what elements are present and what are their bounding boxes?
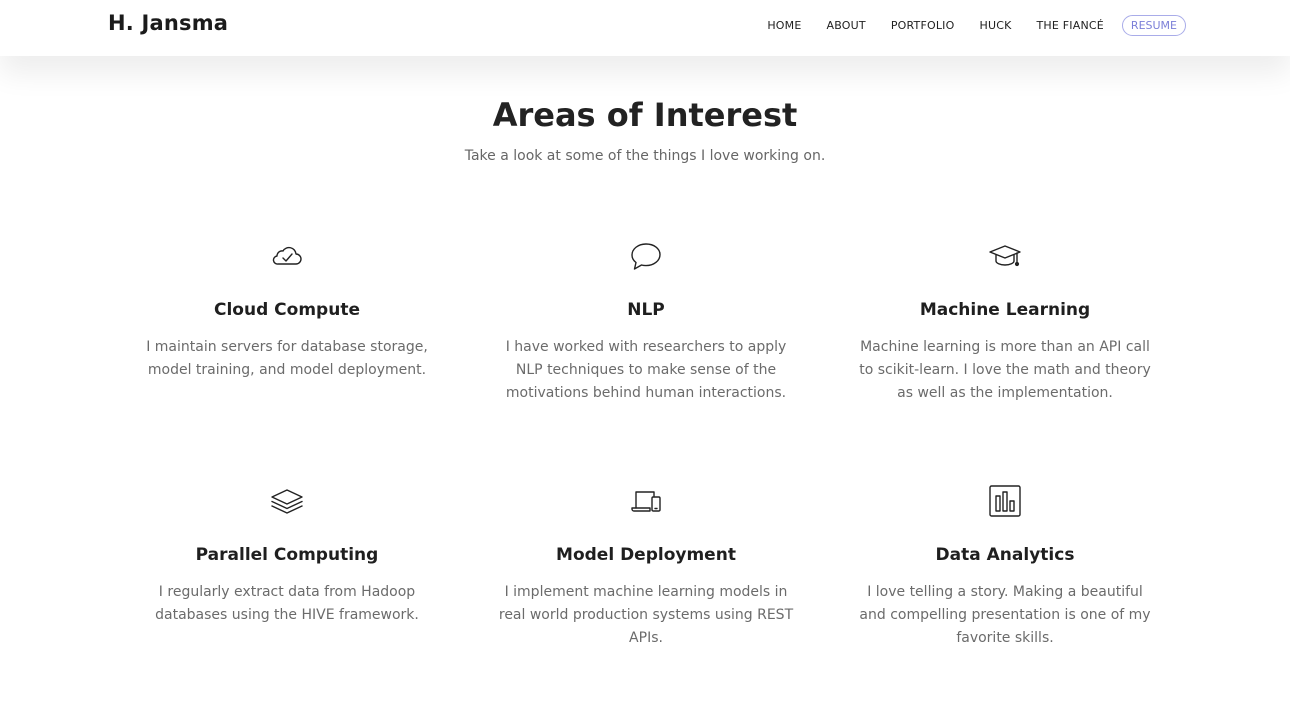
card-description: Machine learning is more than an API cal…	[859, 339, 1151, 401]
card-description: I have worked with researchers to apply …	[505, 339, 787, 401]
card-title: NLP	[627, 300, 665, 320]
card-description: I implement machine learning models in r…	[498, 584, 794, 646]
page-title: Areas of Interest	[492, 96, 798, 134]
layers-icon	[271, 489, 303, 514]
interest-card-cloud-compute: Cloud Compute I maintain servers for dat…	[127, 238, 447, 382]
nav-portfolio-link[interactable]: PORTFOLIO	[891, 19, 955, 32]
laptop-phone-icon	[631, 491, 661, 512]
interest-card-machine-learning: Machine Learning Machine learning is mor…	[845, 238, 1165, 405]
interest-card-nlp: NLP I have worked with researchers to ap…	[486, 238, 806, 405]
speech-bubble-icon	[631, 243, 661, 270]
nav-home-link[interactable]: HOME	[767, 19, 801, 32]
interest-card-data-analytics: Data Analytics I love telling a story. M…	[845, 483, 1165, 650]
nav-about-link[interactable]: ABOUT	[827, 19, 866, 32]
interest-card-parallel-computing: Parallel Computing I regularly extract d…	[127, 483, 447, 627]
graduation-cap-icon	[989, 245, 1021, 267]
cloud-check-icon	[272, 246, 302, 265]
card-title: Parallel Computing	[195, 545, 379, 565]
page-subtitle: Take a look at some of the things I love…	[464, 148, 826, 164]
interest-card-model-deployment: Model Deployment I implement machine lea…	[486, 483, 806, 650]
top-navbar: H. Jansma HOME ABOUT PORTFOLIO HUCK THE …	[0, 0, 1290, 56]
brand-logo-link[interactable]: H. Jansma	[108, 11, 228, 35]
card-description: I maintain servers for database storage,…	[146, 339, 428, 378]
card-description: I love telling a story. Making a beautif…	[859, 584, 1151, 646]
card-title: Data Analytics	[935, 545, 1075, 565]
nav-links: HOME ABOUT PORTFOLIO HUCK THE FIANCÉ RES…	[742, 15, 1186, 36]
nav-huck-link[interactable]: HUCK	[979, 19, 1011, 32]
card-title: Model Deployment	[556, 545, 736, 565]
card-title: Cloud Compute	[214, 300, 360, 320]
nav-fiance-link[interactable]: THE FIANCÉ	[1037, 19, 1104, 32]
card-title: Machine Learning	[919, 300, 1091, 320]
nav-resume-button[interactable]: RESUME	[1121, 15, 1186, 36]
card-description: I regularly extract data from Hadoop dat…	[155, 584, 419, 623]
bar-chart-icon	[989, 485, 1021, 517]
